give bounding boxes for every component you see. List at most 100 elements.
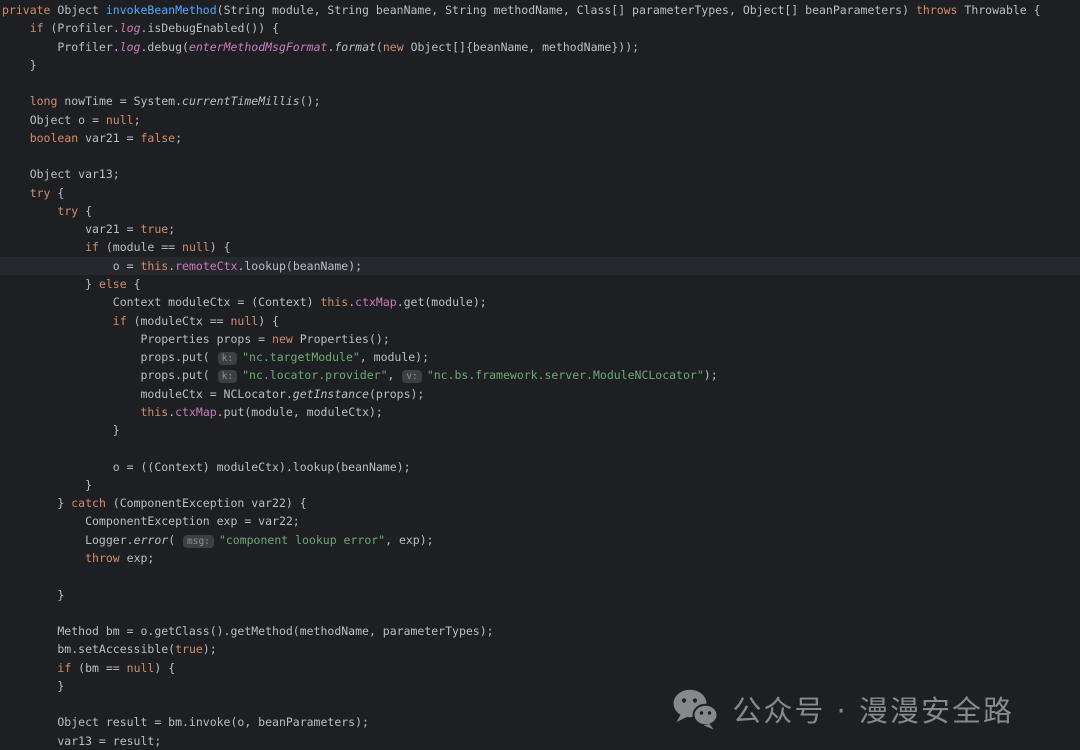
- code-token: Profiler.: [2, 40, 120, 54]
- code-token: ,: [388, 368, 402, 382]
- code-line[interactable]: try {: [0, 184, 1080, 202]
- code-line[interactable]: }: [0, 56, 1080, 74]
- code-token: "nc.bs.framework.server.ModuleNCLocator": [427, 368, 704, 382]
- code-token: throws: [916, 3, 964, 17]
- code-line[interactable]: if (bm == null) {: [0, 659, 1080, 677]
- code-token: private: [2, 3, 57, 17]
- code-token: boolean: [30, 131, 85, 145]
- code-token: [2, 186, 30, 200]
- code-token: }: [2, 478, 92, 492]
- code-token: ();: [300, 94, 321, 108]
- code-line[interactable]: long nowTime = System.currentTimeMillis(…: [0, 92, 1080, 110]
- code-line[interactable]: [0, 567, 1080, 585]
- code-token: (Profiler.: [50, 21, 119, 35]
- code-token: props.put(: [2, 368, 217, 382]
- code-line[interactable]: Object o = null;: [0, 111, 1080, 129]
- code-line[interactable]: try {: [0, 202, 1080, 220]
- code-token: if: [57, 661, 78, 675]
- code-line[interactable]: o = ((Context) moduleCtx).lookup(beanNam…: [0, 458, 1080, 476]
- code-token: if: [30, 21, 51, 35]
- code-line[interactable]: Method bm = o.getClass().getMethod(metho…: [0, 622, 1080, 640]
- code-token: , exp);: [385, 533, 433, 547]
- code-token: Method bm = o.getClass().getMethod(metho…: [2, 624, 494, 638]
- code-token: log: [120, 21, 141, 35]
- code-token: [2, 204, 57, 218]
- code-token: ) {: [210, 240, 231, 254]
- code-line-current[interactable]: o = this.remoteCtx.lookup(beanName);: [0, 257, 1080, 275]
- code-token: long: [30, 94, 65, 108]
- code-token: (moduleCtx ==: [134, 314, 231, 328]
- code-token: currentTimeMillis: [182, 94, 300, 108]
- code-token: ;: [134, 113, 141, 127]
- code-token: Properties props =: [2, 332, 272, 346]
- code-line[interactable]: moduleCtx = NCLocator.getInstance(props)…: [0, 385, 1080, 403]
- code-line[interactable]: boolean var21 = false;: [0, 129, 1080, 147]
- code-token: "nc.locator.provider": [242, 368, 387, 382]
- code-token: new: [383, 40, 411, 54]
- code-token: (props);: [369, 387, 424, 401]
- code-line[interactable]: }: [0, 421, 1080, 439]
- code-line[interactable]: if (moduleCtx == null) {: [0, 312, 1080, 330]
- code-line[interactable]: } catch (ComponentException var22) {: [0, 494, 1080, 512]
- code-token: true: [175, 642, 203, 656]
- code-token: remoteCtx: [175, 259, 237, 273]
- code-line[interactable]: if (module == null) {: [0, 238, 1080, 256]
- code-token: (: [376, 40, 383, 54]
- code-line[interactable]: var13 = result;: [0, 732, 1080, 750]
- code-line[interactable]: ComponentException exp = var22;: [0, 512, 1080, 530]
- code-line[interactable]: Context moduleCtx = (Context) this.ctxMa…: [0, 293, 1080, 311]
- code-token: {: [57, 186, 64, 200]
- code-line[interactable]: [0, 74, 1080, 92]
- code-line[interactable]: }: [0, 586, 1080, 604]
- parameter-hint-chip: msg:: [183, 535, 214, 548]
- code-token: );: [704, 368, 718, 382]
- code-token: Object result = bm.invoke(o, beanParamet…: [2, 715, 369, 729]
- watermark: 公众号 · 漫漫安全路: [672, 688, 1014, 730]
- code-token: Object[]{beanName, methodName}));: [411, 40, 639, 54]
- code-token: exp;: [127, 551, 155, 565]
- code-token: nowTime = System.: [64, 94, 182, 108]
- code-token: [2, 131, 30, 145]
- code-token: format: [334, 40, 376, 54]
- code-line[interactable]: private Object invokeBeanMethod(String m…: [0, 1, 1080, 19]
- code-editor[interactable]: private Object invokeBeanMethod(String m…: [0, 0, 1080, 750]
- code-token: ) {: [258, 314, 279, 328]
- code-token: [2, 240, 85, 254]
- code-line[interactable]: Logger.error( msg:"component lookup erro…: [0, 531, 1080, 549]
- code-token: try: [30, 186, 58, 200]
- code-line[interactable]: [0, 604, 1080, 622]
- code-line[interactable]: Profiler.log.debug(enterMethodMsgFormat.…: [0, 38, 1080, 56]
- code-line[interactable]: [0, 147, 1080, 165]
- code-line[interactable]: var21 = true;: [0, 220, 1080, 238]
- code-line[interactable]: props.put( k:"nc.locator.provider", v:"n…: [0, 366, 1080, 384]
- code-line[interactable]: Properties props = new Properties();: [0, 330, 1080, 348]
- code-token: this: [321, 295, 349, 309]
- code-token: false: [140, 131, 175, 145]
- code-line[interactable]: [0, 439, 1080, 457]
- code-line[interactable]: this.ctxMap.put(module, moduleCtx);: [0, 403, 1080, 421]
- code-token: ComponentException exp = var22;: [2, 514, 300, 528]
- code-token: Logger.: [2, 533, 134, 547]
- code-token: moduleCtx = NCLocator.: [2, 387, 293, 401]
- code-token: , module);: [360, 350, 429, 364]
- code-token: (module ==: [106, 240, 182, 254]
- code-token: throw: [85, 551, 127, 565]
- code-token: [2, 94, 30, 108]
- code-line[interactable]: throw exp;: [0, 549, 1080, 567]
- code-line[interactable]: }: [0, 476, 1080, 494]
- code-token: ctxMap: [175, 405, 217, 419]
- code-line[interactable]: bm.setAccessible(true);: [0, 640, 1080, 658]
- code-line[interactable]: } else {: [0, 275, 1080, 293]
- code-token: [2, 551, 85, 565]
- code-token: [2, 661, 57, 675]
- code-token: props.put(: [2, 350, 217, 364]
- code-area[interactable]: private Object invokeBeanMethod(String m…: [0, 1, 1080, 750]
- code-line[interactable]: props.put( k:"nc.targetModule", module);: [0, 348, 1080, 366]
- code-token: null: [127, 661, 155, 675]
- code-line[interactable]: if (Profiler.log.isDebugEnabled()) {: [0, 19, 1080, 37]
- code-token: null: [231, 314, 259, 328]
- code-line[interactable]: Object var13;: [0, 165, 1080, 183]
- code-token: }: [2, 423, 120, 437]
- code-token: (String module, String beanName, String …: [217, 3, 916, 17]
- code-token: .debug(: [140, 40, 188, 54]
